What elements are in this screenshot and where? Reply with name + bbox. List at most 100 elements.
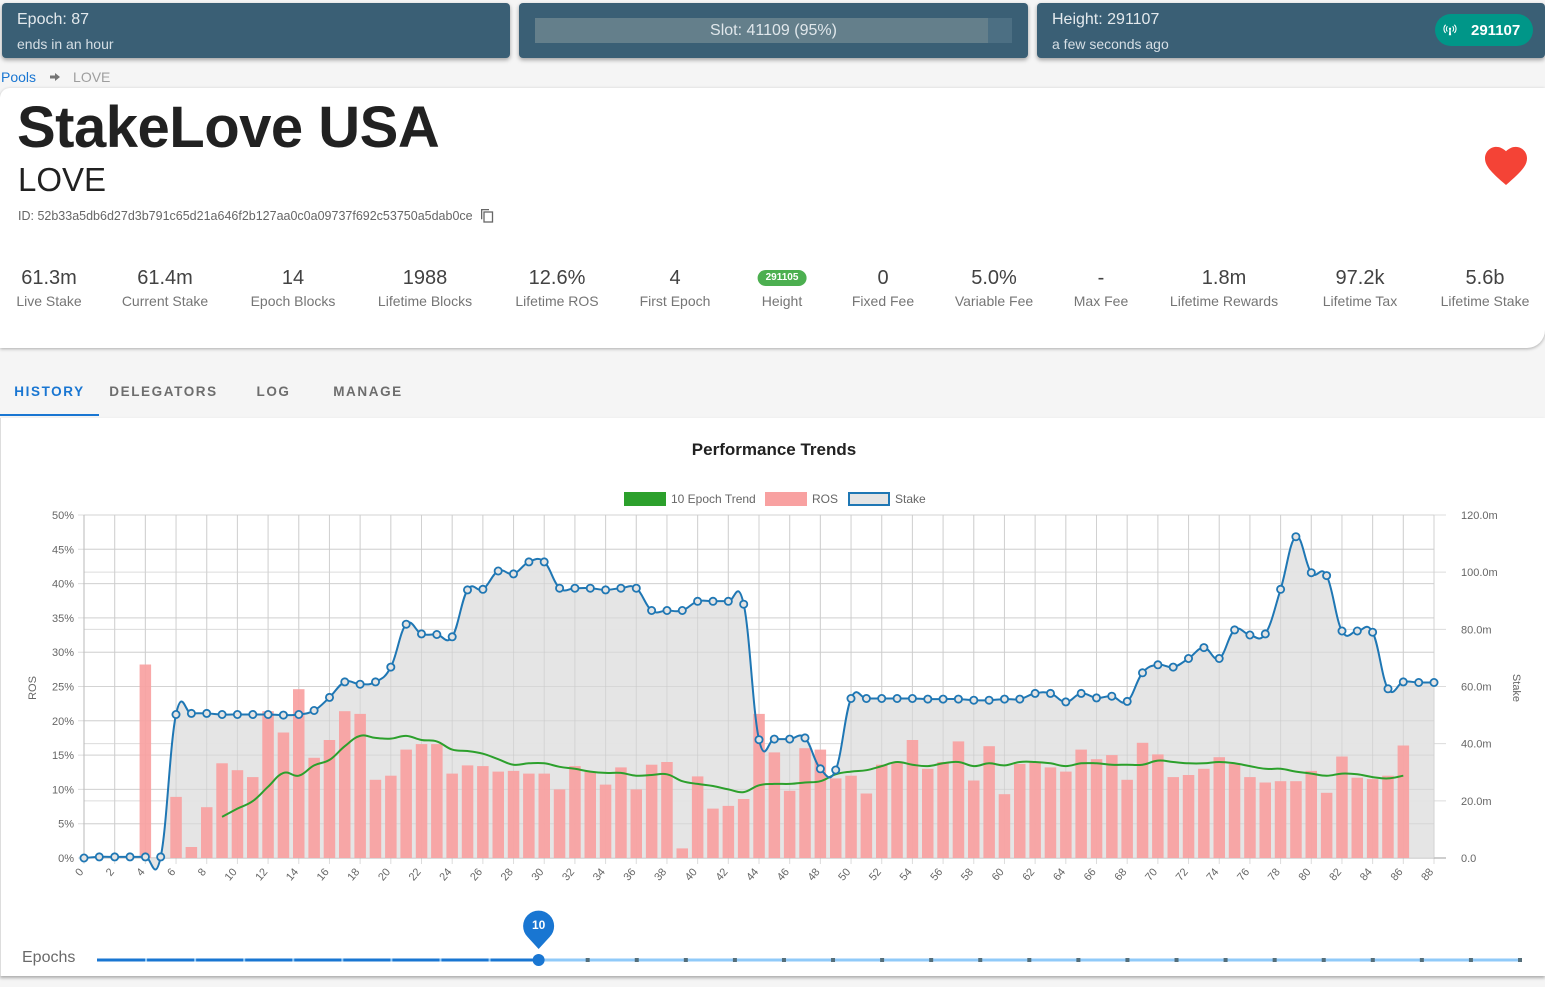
y-tick-label: 40% <box>52 579 74 591</box>
ros-bar <box>599 784 612 858</box>
slider-tick <box>1076 958 1081 962</box>
stat-value: - <box>1097 267 1105 289</box>
x-tick-label: 30 <box>529 866 546 883</box>
ros-bar <box>1228 764 1241 858</box>
stake-point <box>432 629 442 639</box>
stake-point <box>555 583 565 593</box>
ros-bar <box>1382 775 1394 858</box>
ros-bar <box>538 773 550 858</box>
ros-bar <box>170 796 182 858</box>
ros-bar <box>1121 779 1133 858</box>
x-tick-label: 80 <box>1297 866 1314 883</box>
breadcrumb: Pools LOVE <box>1 69 110 85</box>
ros-bar <box>998 794 1011 858</box>
epochs-slider[interactable]: 10 <box>97 910 1522 966</box>
stake-point <box>1000 694 1010 704</box>
slider-tick <box>781 958 786 962</box>
ros-bar <box>1044 767 1057 858</box>
stake-point <box>1168 662 1178 672</box>
x-tick-label: 84 <box>1358 866 1375 883</box>
tab-history[interactable]: HISTORY <box>0 370 99 416</box>
breadcrumb-pools-link[interactable]: Pools <box>1 69 36 85</box>
stat-label: Lifetime Tax <box>1322 293 1398 309</box>
stat-value: 1988 <box>402 267 448 289</box>
stat-label: Epoch Blocks <box>250 293 336 309</box>
x-tick-label: 34 <box>591 866 608 883</box>
slider-value-label: 10 <box>532 918 546 932</box>
stake-point <box>1030 688 1040 698</box>
ros-bar <box>1336 756 1348 858</box>
stat-label: Lifetime ROS <box>515 293 599 309</box>
ros-bar <box>231 770 244 858</box>
stake-point <box>1199 643 1209 653</box>
ros-bar <box>676 848 688 858</box>
slot-progress-bar: Slot: 41109 (95%) <box>535 18 1012 43</box>
legend-ros-swatch <box>765 492 807 506</box>
stake-point <box>1306 568 1316 578</box>
stake-point <box>1153 660 1163 670</box>
ros-bar <box>1320 792 1333 858</box>
stake-point <box>815 764 825 774</box>
slider-tick <box>585 958 590 962</box>
stake-point <box>79 853 89 863</box>
copy-icon[interactable] <box>480 208 494 223</box>
ros-bar <box>937 762 949 858</box>
x-tick-label: 26 <box>468 866 485 883</box>
x-tick-label: 10 <box>223 866 240 883</box>
x-tick-label: 70 <box>1143 866 1160 883</box>
stat-label: Variable Fee <box>954 293 1034 309</box>
stake-point <box>1015 694 1025 704</box>
stake-point <box>739 599 749 609</box>
stat-label: Fixed Fee <box>851 293 915 309</box>
slider-tick <box>1027 958 1032 962</box>
height-chip[interactable]: 291107 <box>1435 14 1533 46</box>
x-tick-label: 64 <box>1051 866 1068 883</box>
stake-point <box>861 693 871 703</box>
x-tick-label: 74 <box>1204 866 1221 883</box>
heart-icon[interactable] <box>1483 144 1529 186</box>
ros-bar <box>1198 768 1210 858</box>
height-chip-value: 291107 <box>1471 21 1521 39</box>
stake-point <box>754 735 764 745</box>
slider-tick <box>831 958 836 962</box>
stake-point <box>110 852 120 862</box>
stake-point <box>984 695 994 705</box>
stat-lifetime-ros: 12.6% Lifetime ROS <box>515 264 598 309</box>
ros-bar <box>569 766 581 858</box>
stake-point <box>294 709 304 719</box>
x-tick-label: 16 <box>315 866 332 883</box>
performance-chart: Performance Trends 10 Epoch Trend ROS Stake… <box>27 440 1522 966</box>
stake-point <box>1184 653 1194 663</box>
slider-tick <box>243 958 246 962</box>
ros-bar <box>1259 782 1271 858</box>
stake-point <box>570 583 580 593</box>
slider-thumb[interactable] <box>532 954 545 966</box>
stake-point <box>1107 691 1117 701</box>
tab-manage[interactable]: MANAGE <box>315 370 421 416</box>
y-tick-label: 45% <box>52 544 74 556</box>
stake-point <box>340 677 350 687</box>
ros-bar <box>308 757 320 858</box>
y-tick-label: 50% <box>52 510 74 522</box>
slider-tick <box>1321 958 1326 962</box>
x-tick-label: 14 <box>284 866 301 883</box>
x-tick-label: 24 <box>437 866 454 883</box>
ros-bar <box>768 752 781 858</box>
ros-bar <box>968 780 980 858</box>
y2-tick-label: 80.0m <box>1461 624 1492 636</box>
epoch-subtitle: ends in an hour <box>17 36 114 52</box>
tab-log[interactable]: LOG <box>236 370 311 416</box>
stake-point <box>217 709 227 719</box>
ros-bar <box>1274 781 1287 858</box>
x-tick-label: 82 <box>1327 866 1344 883</box>
stake-point <box>524 557 534 567</box>
ros-bar <box>1366 779 1379 858</box>
slider-tick <box>1223 958 1228 962</box>
stake-point <box>447 632 457 642</box>
ros-bar <box>737 799 750 858</box>
stake-point <box>462 585 472 595</box>
tab-delegators[interactable]: DELEGATORS <box>106 370 221 416</box>
breadcrumb-current: LOVE <box>73 69 111 85</box>
stake-point <box>263 709 273 719</box>
legend-trend-swatch <box>624 492 666 506</box>
